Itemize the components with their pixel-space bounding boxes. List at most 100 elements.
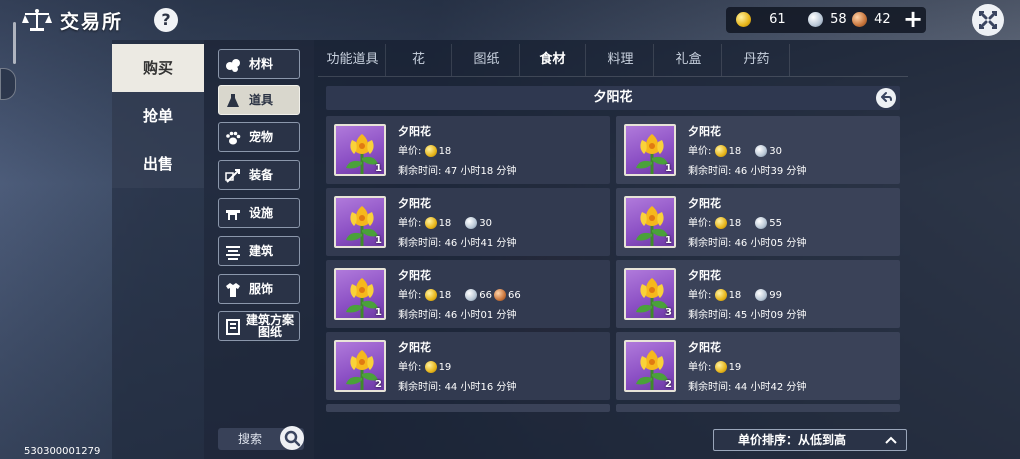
sort-button[interactable]: 单价排序：从低到高	[713, 429, 907, 451]
tab-grab-order[interactable]: 抢单	[112, 92, 204, 140]
clothing-icon	[226, 283, 240, 297]
side-drawer-tab[interactable]	[0, 68, 16, 100]
listing-card[interactable]: 3 夕阳花 单价: 18 99 剩余时间: 45 小时09 分钟	[616, 260, 900, 328]
blueprint-icon	[226, 319, 240, 335]
category-pets[interactable]: 宠物	[218, 122, 300, 152]
gold-coin-icon	[736, 12, 751, 27]
listing-name: 夕阳花	[688, 269, 721, 282]
listing-panel: 功能道具 花 图纸 食材 料理 礼盒 丹药 夕阳花 1 夕阳花 单价: 18 剩余时间…	[314, 40, 1020, 459]
add-currency-button[interactable]: +	[902, 7, 924, 32]
tab-sell[interactable]: 出售	[112, 140, 204, 188]
close-button[interactable]	[972, 4, 1004, 36]
silver-coin-icon	[465, 289, 478, 301]
listing-card[interactable]: 2 夕阳花 单价: 19 剩余时间: 44 小时42 分钟	[616, 332, 900, 400]
currency-bar: 61 58 42 +	[726, 7, 926, 33]
listing-card-partial[interactable]	[326, 404, 610, 412]
item-quantity: 1	[375, 163, 382, 174]
subtab-ingredients[interactable]: 食材	[520, 44, 586, 76]
potion-icon	[227, 94, 239, 107]
listing-time: 剩余时间: 46 小时05 分钟	[688, 238, 807, 249]
listing-card[interactable]: 2 夕阳花 单价: 19 剩余时间: 44 小时16 分钟	[326, 332, 610, 400]
listing-time: 剩余时间: 45 小时09 分钟	[688, 310, 807, 321]
item-thumbnail: 1	[334, 124, 386, 176]
sort-label: 单价排序：从低到高	[738, 433, 847, 447]
subcategory-tabs: 功能道具 花 图纸 食材 料理 礼盒 丹药	[320, 44, 910, 76]
price-gold: 18	[438, 290, 452, 301]
help-button[interactable]: ?	[154, 8, 178, 32]
category-buildings[interactable]: 建筑	[218, 236, 300, 266]
item-quantity: 2	[375, 379, 382, 390]
category-clothing[interactable]: 服饰	[218, 274, 300, 304]
scales-icon	[22, 8, 52, 32]
category-equipment[interactable]: 装备	[218, 160, 300, 190]
price-gold: 18	[728, 146, 742, 157]
listing-name: 夕阳花	[398, 341, 431, 354]
tab-buy[interactable]: 购买	[112, 44, 204, 92]
listing-name: 夕阳花	[398, 125, 431, 138]
listing-name: 夕阳花	[688, 125, 721, 138]
materials-icon	[226, 59, 240, 72]
price-silver: 30	[769, 146, 783, 157]
gold-coin-icon	[424, 217, 437, 229]
category-label: 装备	[249, 168, 274, 182]
building-icon	[226, 246, 240, 260]
listing-name: 夕阳花	[688, 197, 721, 210]
gold-amount: 61	[769, 12, 786, 27]
bronze-balance: 42	[852, 11, 891, 29]
subtab-functional-items[interactable]: 功能道具	[320, 44, 386, 76]
category-building-blueprints[interactable]: 建筑方案图纸	[218, 311, 300, 341]
listing-card-partial[interactable]	[616, 404, 900, 412]
listing-name: 夕阳花	[398, 269, 431, 282]
listing-card[interactable]: 1 夕阳花 单价: 18 30 剩余时间: 46 小时41 分钟	[326, 188, 610, 256]
category-label: 材料	[249, 57, 274, 71]
subtab-blueprints[interactable]: 图纸	[454, 44, 520, 76]
silver-balance: 58	[808, 11, 847, 29]
listing-time: 剩余时间: 44 小时16 分钟	[398, 382, 517, 393]
listing-card[interactable]: 1 夕阳花 单价: 18 剩余时间: 47 小时18 分钟	[326, 116, 610, 184]
listing-name: 夕阳花	[398, 197, 431, 210]
price-silver: 99	[769, 290, 783, 301]
facility-icon	[226, 210, 240, 220]
item-quantity: 1	[665, 235, 672, 246]
subtab-elixirs[interactable]: 丹药	[724, 44, 790, 76]
listing-card[interactable]: 1 夕阳花 单价: 18 55 剩余时间: 46 小时05 分钟	[616, 188, 900, 256]
listing-price: 单价: 18 66 66	[398, 289, 521, 301]
item-quantity: 1	[375, 235, 382, 246]
back-button[interactable]	[876, 88, 896, 108]
bronze-amount: 42	[874, 12, 891, 27]
silver-coin-icon	[465, 217, 478, 229]
price-gold: 18	[728, 218, 742, 229]
gold-coin-icon	[424, 145, 437, 157]
category-label: 服饰	[249, 282, 274, 296]
category-materials[interactable]: 材料	[218, 49, 300, 79]
item-quantity: 1	[375, 307, 382, 318]
item-thumbnail: 1	[624, 124, 676, 176]
category-label: 建筑	[249, 244, 274, 258]
item-thumbnail: 1	[334, 196, 386, 248]
search-icon	[284, 430, 301, 447]
listing-time: 剩余时间: 46 小时41 分钟	[398, 238, 517, 249]
listing-time: 剩余时间: 47 小时18 分钟	[398, 166, 517, 177]
gold-coin-icon	[714, 145, 727, 157]
gold-coin-icon	[714, 361, 727, 373]
listing-card[interactable]: 1 夕阳花 单价: 18 66 66 剩余时间: 46 小时01 分钟	[326, 260, 610, 328]
listing-time: 剩余时间: 46 小时39 分钟	[688, 166, 807, 177]
chevron-up-icon	[885, 436, 897, 444]
subtab-flowers[interactable]: 花	[386, 44, 452, 76]
listing-card[interactable]: 1 夕阳花 单价: 18 30 剩余时间: 46 小时39 分钟	[616, 116, 900, 184]
item-thumbnail: 2	[624, 340, 676, 392]
subtab-dishes[interactable]: 料理	[588, 44, 654, 76]
bronze-coin-icon	[494, 289, 507, 301]
listing-price: 单价: 18 99	[688, 289, 783, 301]
category-items[interactable]: 道具	[218, 85, 300, 115]
gold-coin-icon	[714, 289, 727, 301]
paw-icon	[226, 131, 241, 145]
gold-coin-icon	[424, 361, 437, 373]
price-gold: 18	[728, 290, 742, 301]
search-button[interactable]	[280, 426, 304, 450]
item-thumbnail: 1	[624, 196, 676, 248]
category-facilities[interactable]: 设施	[218, 198, 300, 228]
subtab-gift-boxes[interactable]: 礼盒	[656, 44, 722, 76]
divider	[318, 76, 908, 77]
listing-name: 夕阳花	[688, 341, 721, 354]
